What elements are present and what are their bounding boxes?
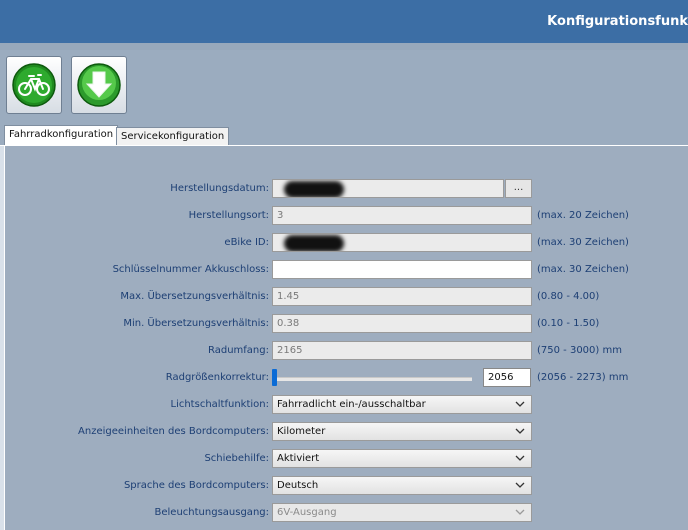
radumfang-hint: (750 - 3000) mm	[537, 345, 622, 356]
min-uebersetzung-hint: (0.10 - 1.50)	[537, 318, 600, 329]
radgroessenkorrektur-value[interactable]: 2056	[483, 368, 531, 387]
beleuchtungsausgang-select[interactable]: 6V-Ausgang	[272, 503, 532, 522]
bicycle-config-button[interactable]	[6, 56, 62, 114]
lichtschaltfunktion-label: Lichtschaltfunktion:	[170, 399, 270, 410]
anzeigeeinheiten-label: Anzeigeeinheiten des Bordcomputers:	[78, 426, 269, 437]
radumfang-field[interactable]: 2165	[272, 341, 532, 360]
row-ebike-id: eBike ID: (max. 30 Zeichen)	[5, 233, 688, 253]
row-max-uebersetzung: Max. Übersetzungsverhältnis: 1.45 (0.80 …	[5, 287, 688, 307]
title-bar: Konfigurationsfunk	[0, 0, 688, 43]
tab-servicekonfiguration[interactable]: Servicekonfiguration	[116, 127, 230, 145]
redaction-blur	[284, 235, 344, 251]
herstellungsort-field[interactable]: 3	[272, 206, 532, 225]
row-beleuchtungsausgang: Beleuchtungsausgang: 6V-Ausgang	[5, 503, 688, 523]
max-uebersetzung-label: Max. Übersetzungsverhältnis:	[120, 291, 269, 302]
beleuchtungsausgang-value: 6V-Ausgang	[277, 507, 337, 518]
row-min-uebersetzung: Min. Übersetzungsverhältnis: 0.38 (0.10 …	[5, 314, 688, 334]
row-lichtschaltfunktion: Lichtschaltfunktion: Fahrradlicht ein-/a…	[5, 395, 688, 415]
window-title: Konfigurationsfunk	[547, 14, 688, 29]
title-separator	[0, 43, 688, 50]
anzeigeeinheiten-value: Kilometer	[277, 426, 326, 437]
row-anzeigeeinheiten: Anzeigeeinheiten des Bordcomputers: Kilo…	[5, 422, 688, 442]
row-radumfang: Radumfang: 2165 (750 - 3000) mm	[5, 341, 688, 361]
row-herstellungsort: Herstellungsort: 3 (max. 20 Zeichen)	[5, 206, 688, 226]
date-picker-button[interactable]: ...	[505, 179, 532, 198]
chevron-down-icon	[515, 482, 525, 488]
redaction-blur	[284, 181, 344, 197]
chevron-down-icon	[515, 509, 525, 515]
schluesselnummer-label: Schlüsselnummer Akkuschloss:	[112, 264, 269, 275]
schiebehilfe-value: Aktiviert	[277, 453, 320, 464]
lichtschaltfunktion-value: Fahrradlicht ein-/ausschaltbar	[277, 399, 426, 410]
herstellungsort-label: Herstellungsort:	[188, 210, 269, 221]
row-schluesselnummer: Schlüsselnummer Akkuschloss: (max. 30 Ze…	[5, 260, 688, 280]
tab-fahrradkonfiguration[interactable]: Fahrradkonfiguration	[4, 125, 119, 146]
anzeigeeinheiten-select[interactable]: Kilometer	[272, 422, 532, 441]
row-schiebehilfe: Schiebehilfe: Aktiviert	[5, 449, 688, 469]
row-radgroessenkorrektur: Radgrößenkorrektur: 2056 (2056 - 2273) m…	[5, 368, 688, 388]
config-panel: Herstellungsdatum: ... Herstellungsort: …	[4, 146, 688, 530]
tab-strip: Fahrradkonfiguration Servicekonfiguratio…	[0, 125, 688, 146]
beleuchtungsausgang-label: Beleuchtungsausgang:	[154, 507, 269, 518]
max-uebersetzung-hint: (0.80 - 4.00)	[537, 291, 600, 302]
chevron-down-icon	[515, 401, 525, 407]
ebike-id-hint: (max. 30 Zeichen)	[537, 237, 629, 248]
ebike-id-label: eBike ID:	[224, 237, 269, 248]
row-sprache: Sprache des Bordcomputers: Deutsch	[5, 476, 688, 496]
sprache-label: Sprache des Bordcomputers:	[123, 480, 269, 491]
chevron-down-icon	[515, 455, 525, 461]
bicycle-icon	[12, 63, 56, 107]
radumfang-label: Radumfang:	[208, 345, 269, 356]
download-button[interactable]	[71, 56, 127, 114]
herstellungsort-hint: (max. 20 Zeichen)	[537, 210, 629, 221]
slider-thumb[interactable]	[272, 369, 277, 386]
ebike-id-field[interactable]	[272, 233, 532, 252]
schluesselnummer-input[interactable]	[272, 260, 532, 279]
herstellungsdatum-label: Herstellungsdatum:	[170, 183, 269, 194]
radgroessenkorrektur-slider[interactable]	[272, 368, 474, 388]
radgroessenkorrektur-label: Radgrößenkorrektur:	[165, 372, 269, 383]
schiebehilfe-select[interactable]: Aktiviert	[272, 449, 532, 468]
radgroessenkorrektur-hint: (2056 - 2273) mm	[537, 372, 629, 383]
max-uebersetzung-field[interactable]: 1.45	[272, 287, 532, 306]
schiebehilfe-label: Schiebehilfe:	[204, 453, 269, 464]
schluesselnummer-hint: (max. 30 Zeichen)	[537, 264, 629, 275]
herstellungsdatum-field[interactable]	[272, 179, 504, 198]
row-herstellungsdatum: Herstellungsdatum: ...	[5, 179, 688, 199]
download-arrow-icon	[77, 63, 121, 107]
min-uebersetzung-label: Min. Übersetzungsverhältnis:	[123, 318, 269, 329]
lichtschaltfunktion-select[interactable]: Fahrradlicht ein-/ausschaltbar	[272, 395, 532, 414]
slider-track	[274, 377, 472, 381]
toolbar	[0, 50, 688, 126]
sprache-value: Deutsch	[277, 480, 319, 491]
chevron-down-icon	[515, 428, 525, 434]
sprache-select[interactable]: Deutsch	[272, 476, 532, 495]
min-uebersetzung-field[interactable]: 0.38	[272, 314, 532, 333]
